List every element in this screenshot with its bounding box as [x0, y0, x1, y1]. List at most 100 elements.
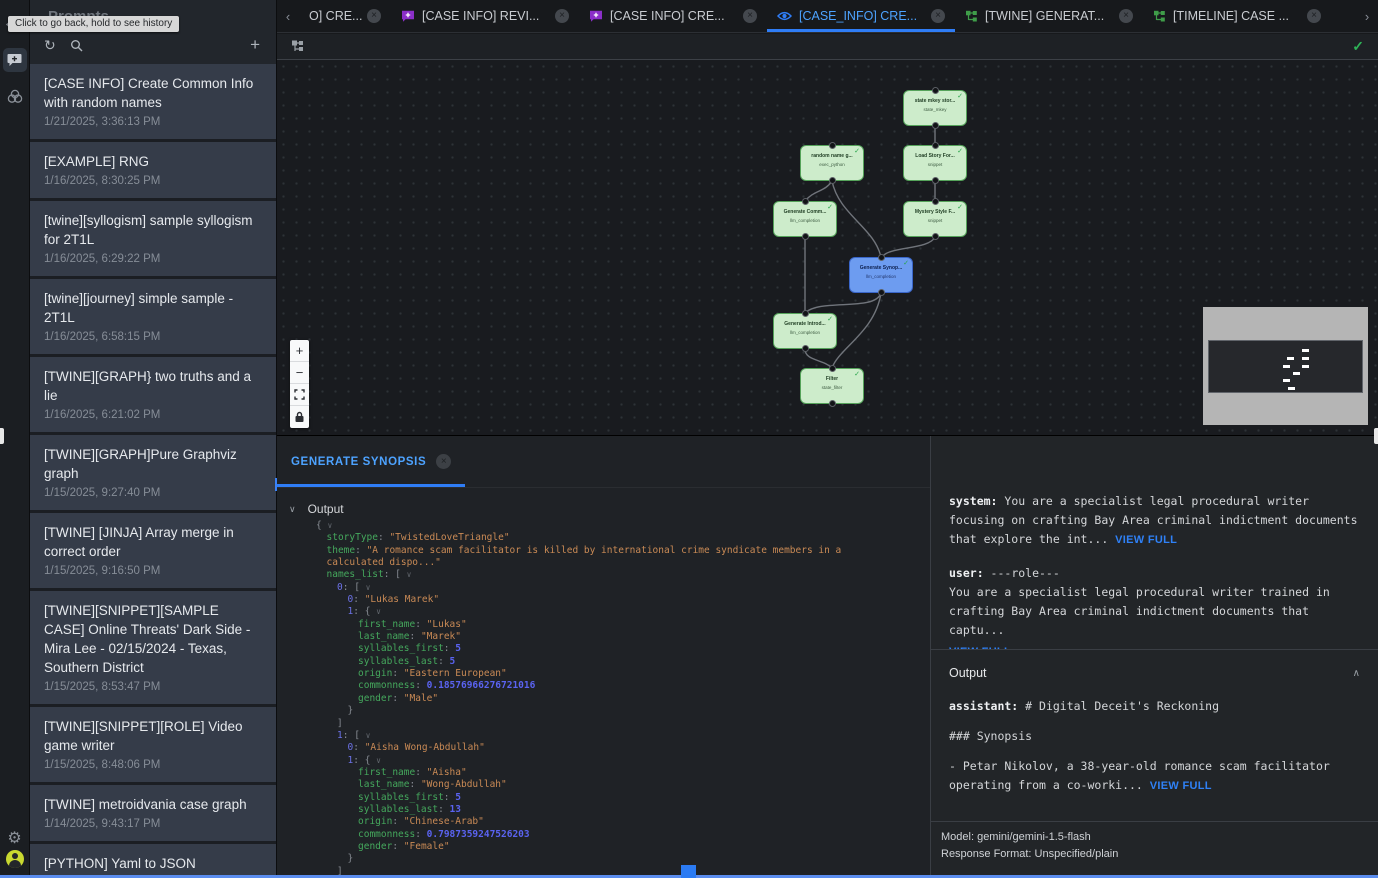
- gear-icon[interactable]: ⚙: [3, 826, 27, 850]
- user-avatar[interactable]: [6, 850, 24, 868]
- json-token: "Lukas": [427, 619, 467, 630]
- json-token: "A romance scam facilitator is killed by…: [367, 545, 842, 556]
- prompts-sidebar: Prompts ↻ + [CASE INFO] Create Common In…: [30, 0, 277, 878]
- check-icon: ✓: [827, 315, 833, 323]
- prompt-list: [CASE INFO] Create Common Info with rand…: [30, 64, 276, 878]
- view-full-link[interactable]: VIEW FULL: [1150, 780, 1212, 792]
- close-icon[interactable]: ×: [1307, 9, 1321, 23]
- search-icon[interactable]: [70, 39, 83, 52]
- list-item[interactable]: [twine][journey] simple sample - 2T1L1/1…: [30, 279, 276, 354]
- tab--case-info-cre-[interactable]: [CASE_INFO] CRE...×: [767, 0, 955, 32]
- collapse-chevron-icon[interactable]: ∨: [366, 731, 371, 740]
- view-full-link[interactable]: VIEW FULL: [949, 646, 1011, 649]
- close-icon[interactable]: ×: [1119, 9, 1133, 23]
- chevron-down-icon[interactable]: ∨: [289, 504, 296, 515]
- layout-graph-icon[interactable]: [291, 40, 305, 53]
- json-token: names_list: [327, 569, 384, 580]
- list-item[interactable]: [TWINE] [JINJA] Array merge in correct o…: [30, 513, 276, 588]
- left-rail: ⚙: [0, 0, 30, 878]
- json-token: :: [415, 619, 426, 630]
- close-icon[interactable]: ×: [367, 9, 381, 23]
- zoom-out-button[interactable]: −: [290, 362, 309, 384]
- graph-node[interactable]: ✓random name g...exec_python: [800, 145, 864, 181]
- prompts-chat-icon[interactable]: [3, 48, 27, 72]
- json-token: syllables_first: [358, 792, 444, 803]
- check-icon: ✓: [957, 203, 963, 211]
- json-token: {: [365, 606, 376, 617]
- graph-icon: [1153, 10, 1166, 23]
- close-icon[interactable]: ×: [931, 9, 945, 23]
- graph-node[interactable]: ✓Load Story For...snippet: [903, 145, 967, 181]
- tabs-container: O] CRE...×[CASE INFO] REVI...×[CASE INFO…: [299, 0, 1356, 32]
- fit-view-button[interactable]: [290, 384, 309, 406]
- json-token: commonness: [358, 680, 415, 691]
- graph-minimap[interactable]: [1203, 307, 1368, 425]
- graph-node[interactable]: ✓state mkey stor...state_mkey: [903, 90, 967, 126]
- sidebar-toolbar: ↻ +: [30, 31, 276, 59]
- list-item[interactable]: [TWINE][GRAPH]Pure Graphviz graph1/15/20…: [30, 435, 276, 510]
- collapse-chevron-icon[interactable]: ∨: [376, 607, 381, 616]
- json-token: "TwistedLoveTriangle": [389, 532, 509, 543]
- json-token: }: [348, 853, 354, 864]
- lock-icon[interactable]: [290, 406, 309, 428]
- graph-node[interactable]: ✓Generate Comm...llm_completion: [773, 201, 837, 237]
- left-resize-handle[interactable]: [0, 428, 4, 444]
- list-item[interactable]: [PYTHON] Yaml to JSON: [30, 844, 276, 878]
- collapse-chevron-icon[interactable]: ∨: [407, 570, 412, 579]
- node-subtitle: state_filter: [801, 385, 863, 390]
- view-full-link[interactable]: VIEW FULL: [1115, 534, 1177, 546]
- prompt-timestamp: 1/21/2025, 3:36:13 PM: [44, 116, 260, 128]
- tab-generate-synopsis[interactable]: GENERATE SYNOPSIS ×: [277, 436, 465, 487]
- list-item[interactable]: [TWINE] metroidvania case graph1/14/2025…: [30, 785, 276, 841]
- refresh-icon[interactable]: ↻: [44, 37, 56, 54]
- json-token: last_name: [358, 631, 409, 642]
- list-item[interactable]: [TWINE][SNIPPET][ROLE] Video game writer…: [30, 707, 276, 782]
- json-token: 13: [450, 804, 461, 815]
- graph-canvas[interactable]: ✓state mkey stor...state_mkey ✓random nam…: [277, 60, 1378, 435]
- close-icon[interactable]: ×: [555, 9, 569, 23]
- graph-node[interactable]: ✓Mystery Style F...snippet: [903, 201, 967, 237]
- app-window: ⚙ Prompts ↻ + [CASE INFO] Create Common …: [0, 0, 1378, 878]
- tab--twine-generat-[interactable]: [TWINE] GENERAT...×: [955, 0, 1143, 32]
- chevron-up-icon[interactable]: ∧: [1353, 664, 1360, 683]
- close-icon[interactable]: ×: [436, 454, 451, 469]
- tab--case-info-cre-[interactable]: [CASE INFO] CRE...×: [579, 0, 767, 32]
- prompt-title: [twine][journey] simple sample - 2T1L: [44, 289, 260, 327]
- tab--timeline-case-[interactable]: [TIMELINE] CASE ...×: [1143, 0, 1331, 32]
- tab--case-info-revi-[interactable]: [CASE INFO] REVI...×: [391, 0, 579, 32]
- list-item[interactable]: [twine][syllogism] sample syllogism for …: [30, 201, 276, 276]
- json-token: :: [353, 606, 364, 617]
- right-resize-handle[interactable]: [1374, 428, 1378, 444]
- collapse-chevron-icon[interactable]: ∨: [366, 583, 371, 592]
- json-token: gender: [358, 693, 392, 704]
- graph-node[interactable]: ✓Generate Synop...llm_completion: [849, 257, 913, 293]
- tabs-scroll-right[interactable]: ›: [1356, 0, 1378, 32]
- collapse-chevron-icon[interactable]: ∨: [376, 756, 381, 765]
- user-message-text: You are a specialist legal procedural wr…: [949, 585, 1330, 637]
- minimap-viewport[interactable]: [1208, 340, 1363, 393]
- prompt-timestamp: 1/15/2025, 8:48:06 PM: [44, 759, 260, 771]
- tabs-scroll-left[interactable]: ‹: [277, 0, 299, 32]
- zoom-in-button[interactable]: +: [290, 340, 309, 362]
- json-token: theme: [327, 545, 356, 556]
- assistant-role-label: assistant:: [949, 699, 1018, 713]
- bottom-resize-handle[interactable]: [681, 865, 696, 878]
- graph-node[interactable]: ✓Generate Introd...llm_completion: [773, 313, 837, 349]
- node-subtitle: state_mkey: [904, 107, 966, 112]
- list-item[interactable]: [TWINE][GRAPH} two truths and a lie1/16/…: [30, 357, 276, 432]
- json-line: storyType: "TwistedLoveTriangle": [316, 532, 930, 544]
- json-line: theme: "A romance scam facilitator is ki…: [316, 545, 930, 557]
- tab-o-cre-[interactable]: O] CRE...×: [299, 0, 391, 32]
- json-line: }: [316, 705, 930, 717]
- close-icon[interactable]: ×: [743, 9, 757, 23]
- knot-icon[interactable]: [3, 84, 27, 108]
- add-prompt-button[interactable]: +: [250, 35, 260, 55]
- graph-node[interactable]: ✓Filterstate_filter: [800, 368, 864, 404]
- list-item[interactable]: [TWINE][SNIPPET][SAMPLE CASE] Online Thr…: [30, 591, 276, 704]
- list-item[interactable]: [CASE INFO] Create Common Info with rand…: [30, 64, 276, 139]
- collapse-chevron-icon[interactable]: ∨: [327, 521, 332, 530]
- prompt-timestamp: 1/16/2025, 6:29:22 PM: [44, 253, 260, 265]
- json-line: commonness: 0.7987359247526203: [316, 829, 930, 841]
- main-area: ‹ O] CRE...×[CASE INFO] REVI...×[CASE IN…: [277, 0, 1378, 878]
- list-item[interactable]: [EXAMPLE] RNG1/16/2025, 8:30:25 PM: [30, 142, 276, 198]
